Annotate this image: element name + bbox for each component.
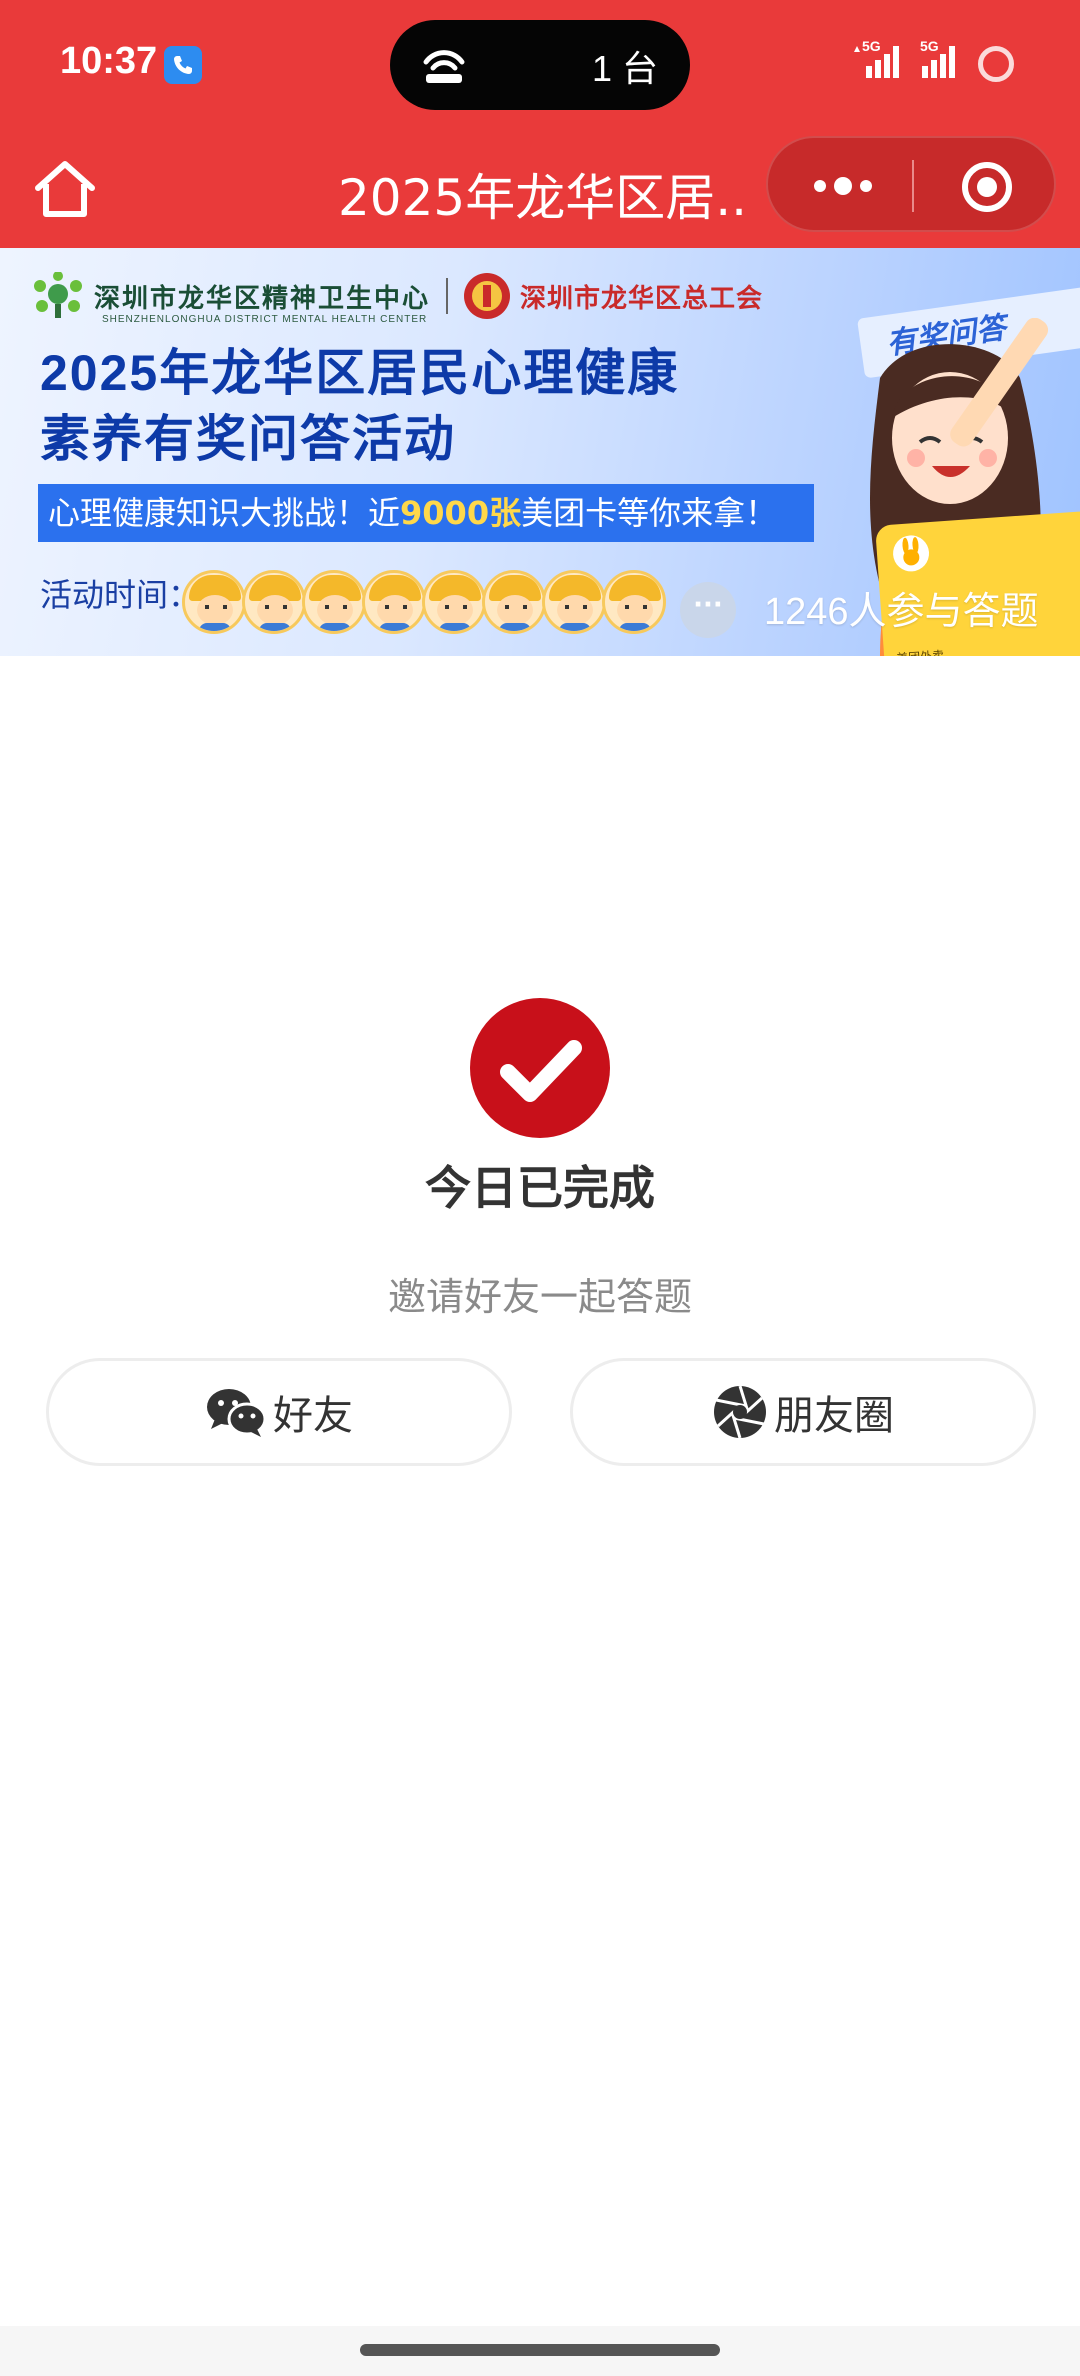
more-icon[interactable] [808,166,878,206]
battery-icon [978,46,1014,82]
organizer-1-name: 深圳市龙华区精神卫生中心 [94,282,431,313]
organizer-1-english: SHENZHENLONGHUA DISTRICT MENTAL HEALTH C… [102,314,428,325]
strip-suffix: 美团卡等你来拿！ [521,494,778,532]
phone-call-icon[interactable] [164,46,202,84]
signal-1-icon: 5G [852,38,902,84]
mental-health-center-logo-icon [34,272,82,318]
participant-avatar [362,570,426,634]
status-time: 10:37 [60,40,158,82]
participant-avatar [422,570,486,634]
rabbit-badge-icon [893,535,930,572]
home-icon[interactable] [30,156,100,222]
cast-icon [423,50,465,83]
signal-2-icon: 5G [918,38,964,84]
participant-avatar [482,570,546,634]
invite-text: 邀请好友一起答题 [387,1275,692,1319]
banner-title-line-1: 2025年龙华区居民心理健康 [40,345,680,401]
activity-time-label: 活动时间： [40,576,201,614]
participant-avatar [602,570,666,634]
dynamic-island[interactable]: 1 台 [390,20,690,110]
share-to-friends-label: 好友 [273,1393,353,1439]
miniprogram-capsule [766,136,1056,232]
home-indicator[interactable] [360,2344,720,2356]
status-bar: 10:37 1 台 5G 5G [0,0,1080,130]
organizer-divider [446,278,449,314]
organizer-2-name: 深圳市龙华区总工会 [520,283,764,313]
navigation-bar: 2025年龙华区居... [0,130,1080,248]
strip-highlight: 9000张 [400,494,522,532]
share-to-moments-label: 朋友圈 [774,1393,894,1439]
banner-title-line-2: 素养有奖问答活动 [40,411,456,467]
card-brand-label: 美团外卖 [896,646,945,656]
banner-title: 2025年龙华区居民心理健康 素养有奖问答活动 [40,340,740,472]
capsule-divider [912,160,914,212]
activity-banner[interactable]: 深圳市龙华区精神卫生中心 SHENZHENLONGHUA DISTRICT ME… [0,248,1080,656]
completed-check-icon [470,998,610,1138]
page-title: 2025年龙华区居... [338,169,748,227]
participant-avatar [182,570,246,634]
participant-avatar [242,570,306,634]
participant-avatar [302,570,366,634]
cast-device-count: 1 台 [591,48,658,89]
moments-aperture-icon [714,1385,766,1439]
organizer-line: 深圳市龙华区精神卫生中心 SHENZHENLONGHUA DISTRICT ME… [30,272,764,325]
close-miniprogram-icon[interactable] [960,160,1014,214]
completed-title: 今日已完成 [425,1161,655,1215]
participant-avatar [542,570,606,634]
wechat-icon [207,1389,267,1437]
participants-count: 1246人参与答题 [764,591,1039,633]
share-to-moments-button[interactable]: 朋友圈 [570,1358,1036,1466]
share-to-friends-button[interactable]: 好友 [46,1358,512,1466]
banner-prize-strip: 心理健康知识大挑战！近9000张美团卡等你来拿！ [38,484,814,542]
participant-avatars[interactable] [182,570,666,634]
trade-union-logo-icon [464,273,511,319]
strip-prefix: 心理健康知识大挑战！近 [48,494,401,532]
more-participants-button[interactable]: ··· [680,582,736,638]
